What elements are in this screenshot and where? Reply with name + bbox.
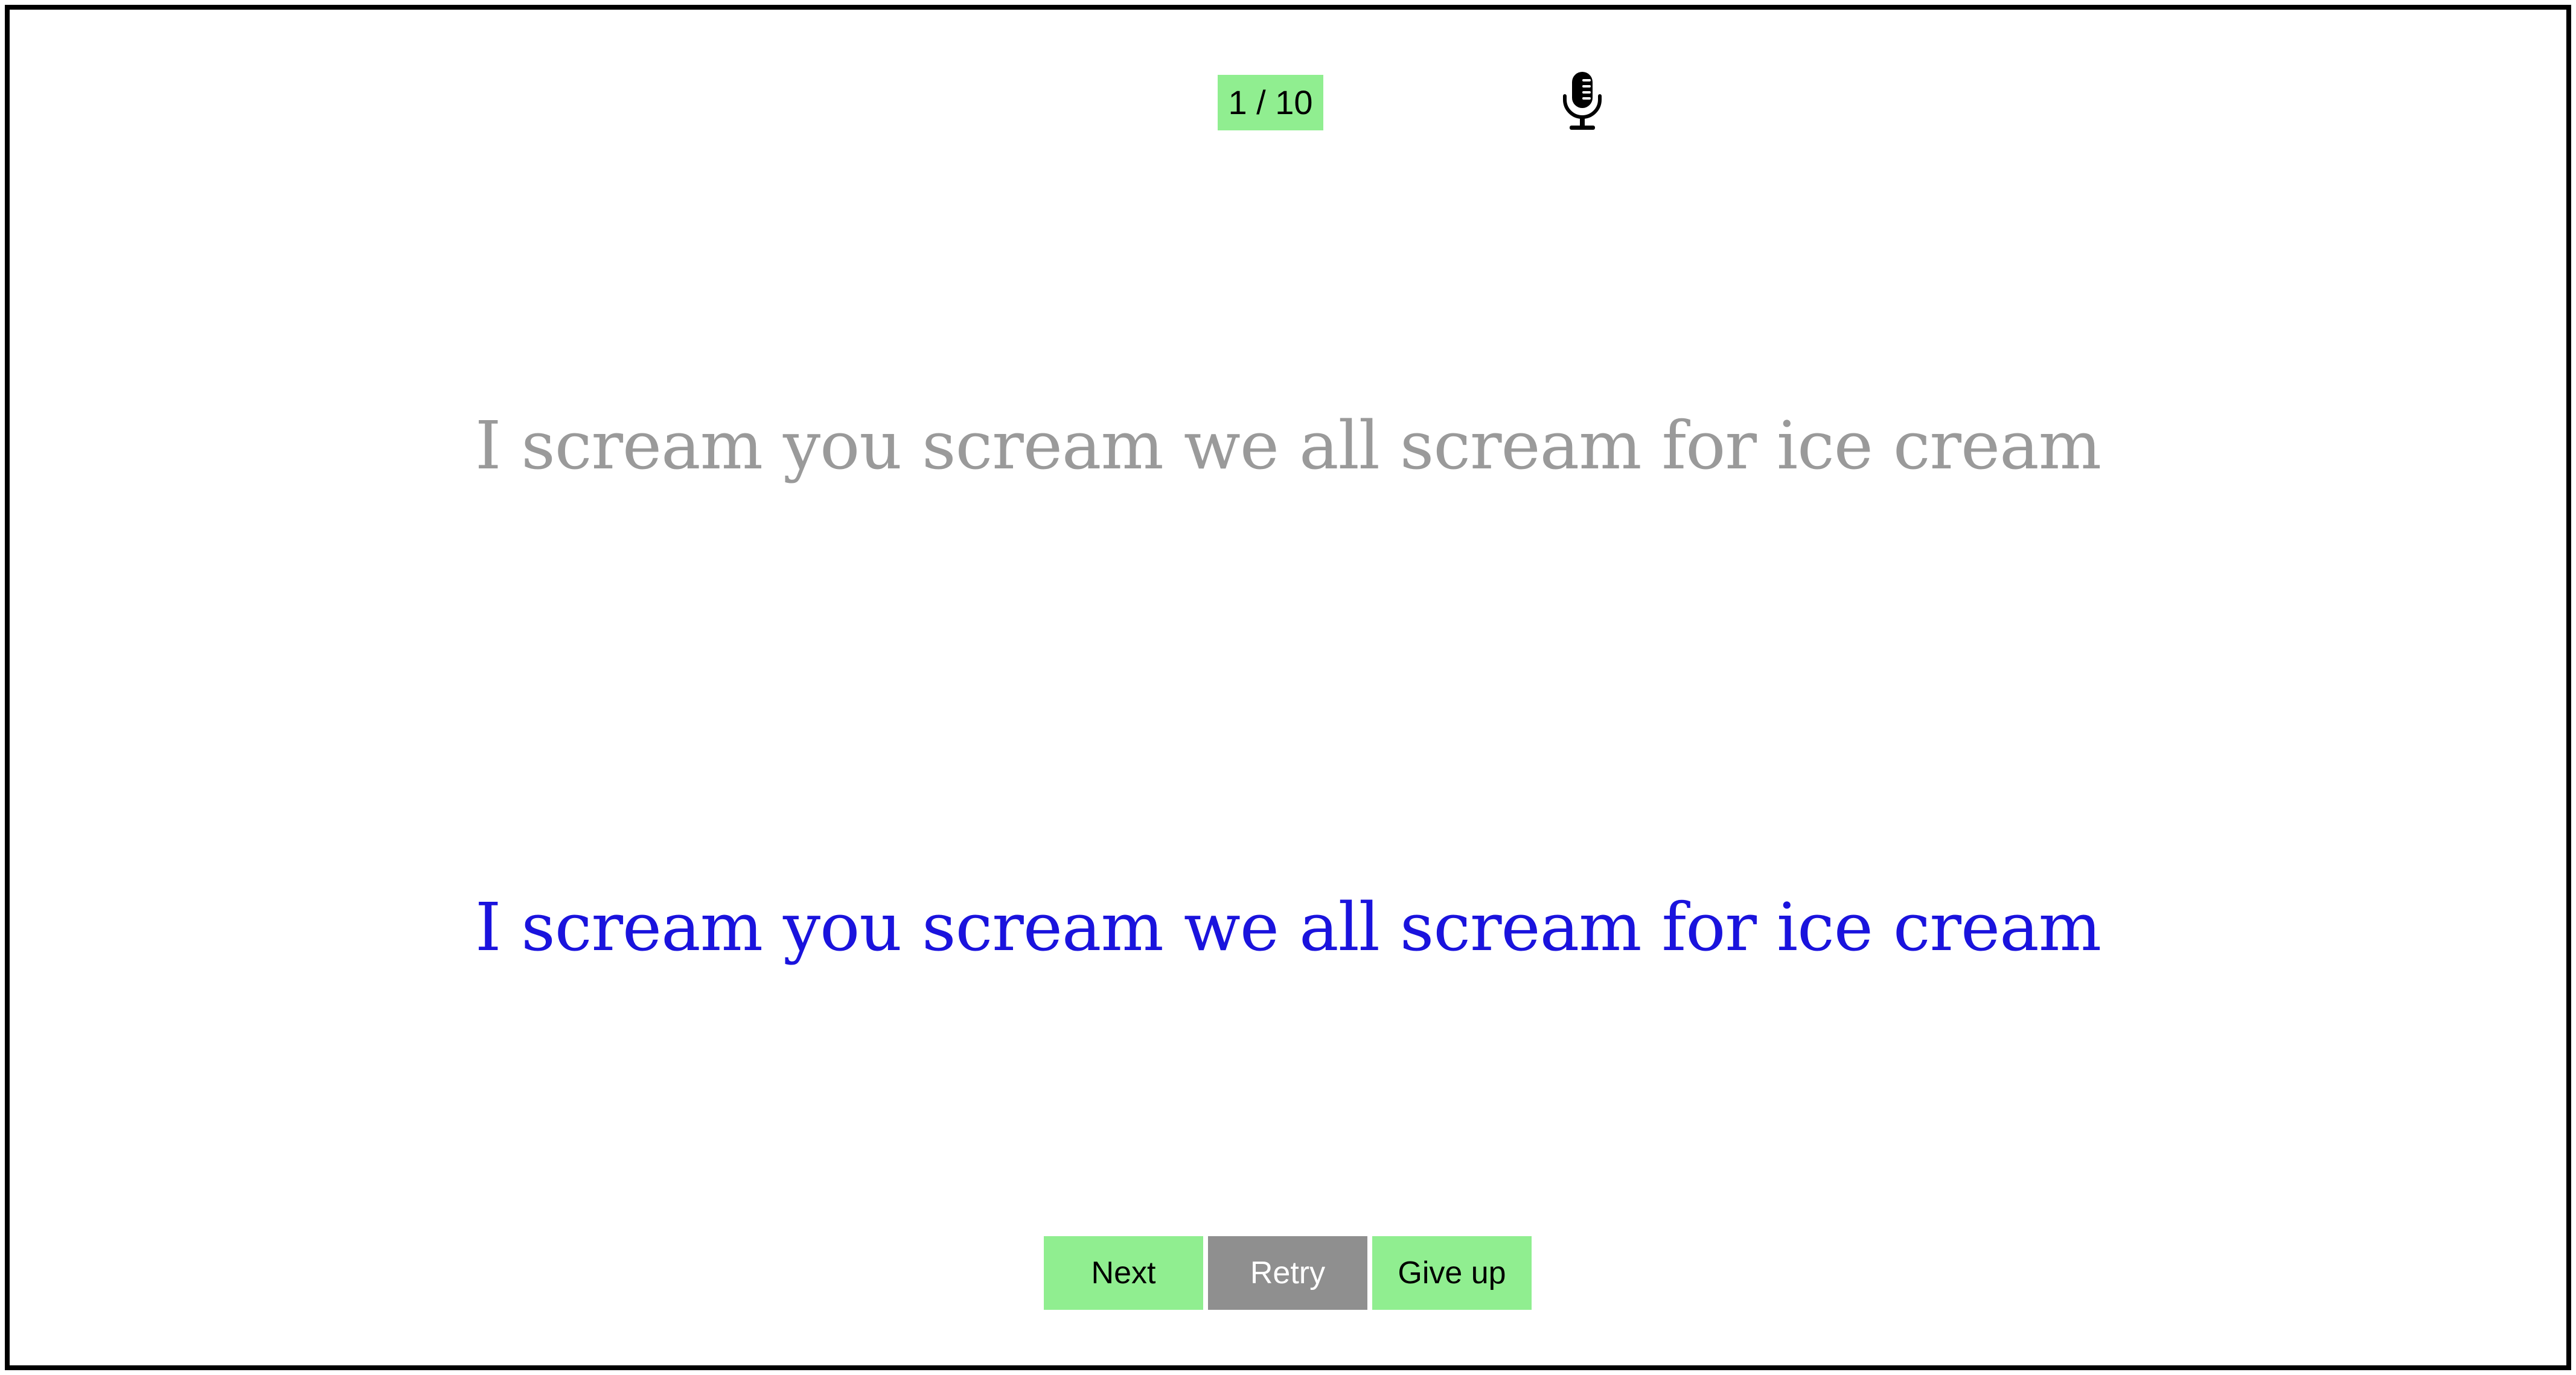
microphone-icon: [1563, 72, 1602, 130]
recognized-sentence: I scream you scream we all scream for ic…: [475, 888, 2101, 966]
progress-counter: 1 / 10: [1218, 75, 1323, 130]
retry-button[interactable]: Retry: [1208, 1236, 1367, 1310]
app-frame: [5, 5, 2571, 1370]
microphone-button[interactable]: [1558, 72, 1607, 132]
give-up-button[interactable]: Give up: [1372, 1236, 1532, 1310]
prompt-sentence: I scream you scream we all scream for ic…: [475, 407, 2101, 484]
next-button[interactable]: Next: [1044, 1236, 1203, 1310]
action-buttons: Next Retry Give up: [1044, 1236, 1532, 1310]
